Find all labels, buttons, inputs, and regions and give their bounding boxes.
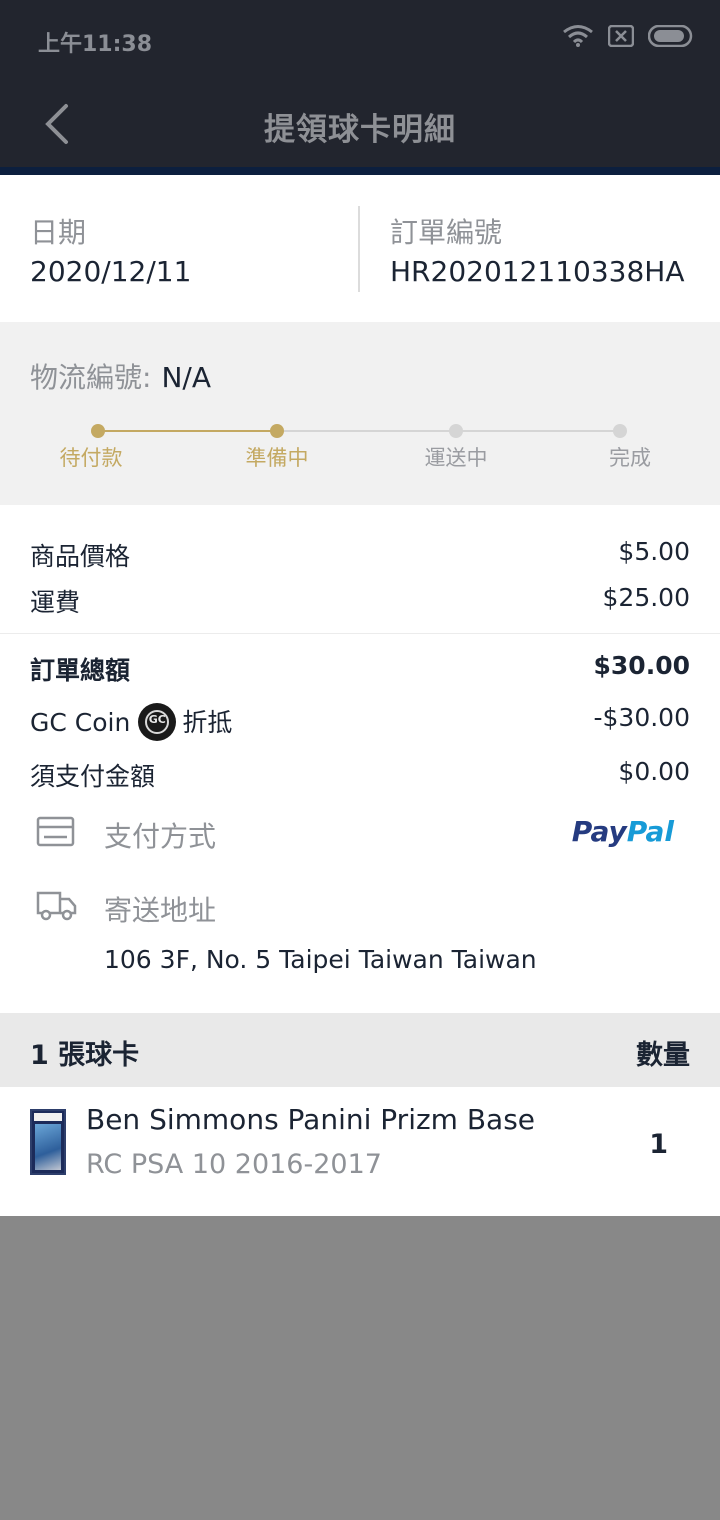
truck-icon	[36, 891, 77, 921]
shipping-address-row: 寄送地址	[36, 883, 686, 933]
progress-step-dot	[270, 424, 284, 438]
shipping-address-value: 106 3F, No. 5 Taipei Taiwan Taiwan	[104, 945, 537, 974]
card-thumbnail	[30, 1109, 66, 1175]
gc-coin-row: GC Coin GC 折抵 -$30.00	[30, 703, 690, 743]
date-value: 2020/12/11	[30, 255, 192, 288]
order-number-label: 訂單編號	[390, 216, 503, 249]
credit-card-icon	[36, 816, 75, 847]
progress-track-segment	[277, 430, 456, 432]
shipping-fee-row: 運費 $25.00	[30, 583, 690, 623]
logistics-section: 物流編號: N/A 待付款 準備中 運送中 完成	[0, 322, 720, 505]
quantity-header: 數量	[636, 1040, 690, 1071]
payable-label: 須支付金額	[30, 762, 156, 791]
card-list-item[interactable]: Ben Simmons Panini Prizm Base RC PSA 10 …	[0, 1087, 720, 1216]
progress-track-segment	[98, 430, 277, 432]
order-total-value: $30.00	[593, 651, 690, 680]
status-icons	[562, 24, 694, 48]
header-accent-line	[0, 167, 720, 175]
gc-coin-discount: GC Coin GC 折抵	[30, 703, 232, 741]
product-price-row: 商品價格 $5.00	[30, 537, 690, 577]
gc-coin-label: GC Coin	[30, 708, 131, 737]
shipping-address-label: 寄送地址	[104, 894, 217, 927]
progress-step-label: 待付款	[59, 446, 123, 470]
product-price-value: $5.00	[618, 537, 690, 566]
order-total-label: 訂單總額	[30, 656, 131, 685]
page-title: 提領球卡明細	[264, 112, 456, 148]
tracking-number: 物流編號: N/A	[30, 356, 211, 396]
cards-header: 1 張球卡 數量	[0, 1013, 720, 1087]
order-progress: 待付款 準備中 運送中 完成	[0, 422, 720, 482]
order-detail-content: 日期 2020/12/11 訂單編號 HR202012110338HA 物流編號…	[0, 175, 720, 1216]
order-info-section: 日期 2020/12/11 訂單編號 HR202012110338HA	[0, 175, 720, 322]
payment-method-label: 支付方式	[104, 820, 217, 853]
card-name: Ben Simmons Panini Prizm Base	[86, 1103, 536, 1136]
card-subtitle: RC PSA 10 2016-2017	[86, 1149, 382, 1180]
payable-value: $0.00	[618, 757, 690, 786]
gc-coin-value: -$30.00	[593, 703, 691, 732]
tracking-label: 物流編號:	[30, 361, 152, 394]
shipping-fee-label: 運費	[30, 588, 81, 617]
info-divider	[358, 206, 360, 292]
no-sim-icon	[608, 25, 634, 47]
progress-step-label: 運送中	[424, 446, 488, 470]
date-label: 日期	[30, 216, 87, 249]
progress-step-dot	[449, 424, 463, 438]
payment-method-row: 支付方式 PayPal	[36, 809, 686, 859]
paypal-logo: PayPal	[571, 815, 674, 848]
gc-coin-suffix: 折抵	[182, 708, 233, 737]
payable-row: 須支付金額 $0.00	[30, 757, 690, 797]
amounts-divider	[0, 633, 720, 634]
progress-step-dot	[91, 424, 105, 438]
progress-step-label: 完成	[609, 446, 651, 470]
cards-count: 1 張球卡	[30, 1040, 140, 1071]
card-quantity: 1	[649, 1129, 668, 1160]
battery-icon	[648, 25, 693, 47]
gc-coin-icon: GC	[138, 703, 177, 741]
progress-track-segment	[456, 430, 620, 432]
order-total-row: 訂單總額 $30.00	[30, 651, 690, 691]
wifi-icon	[563, 25, 593, 47]
tracking-value: N/A	[161, 361, 211, 394]
app-bar: 提領球卡明細	[0, 78, 720, 170]
product-price-label: 商品價格	[30, 542, 131, 571]
order-number-value: HR202012110338HA	[390, 255, 685, 288]
status-bar: 上午11:38	[0, 0, 720, 78]
progress-step-dot	[613, 424, 627, 438]
progress-step-label: 準備中	[245, 446, 309, 470]
status-time: 上午11:38	[38, 32, 153, 57]
shipping-fee-value: $25.00	[602, 583, 690, 612]
